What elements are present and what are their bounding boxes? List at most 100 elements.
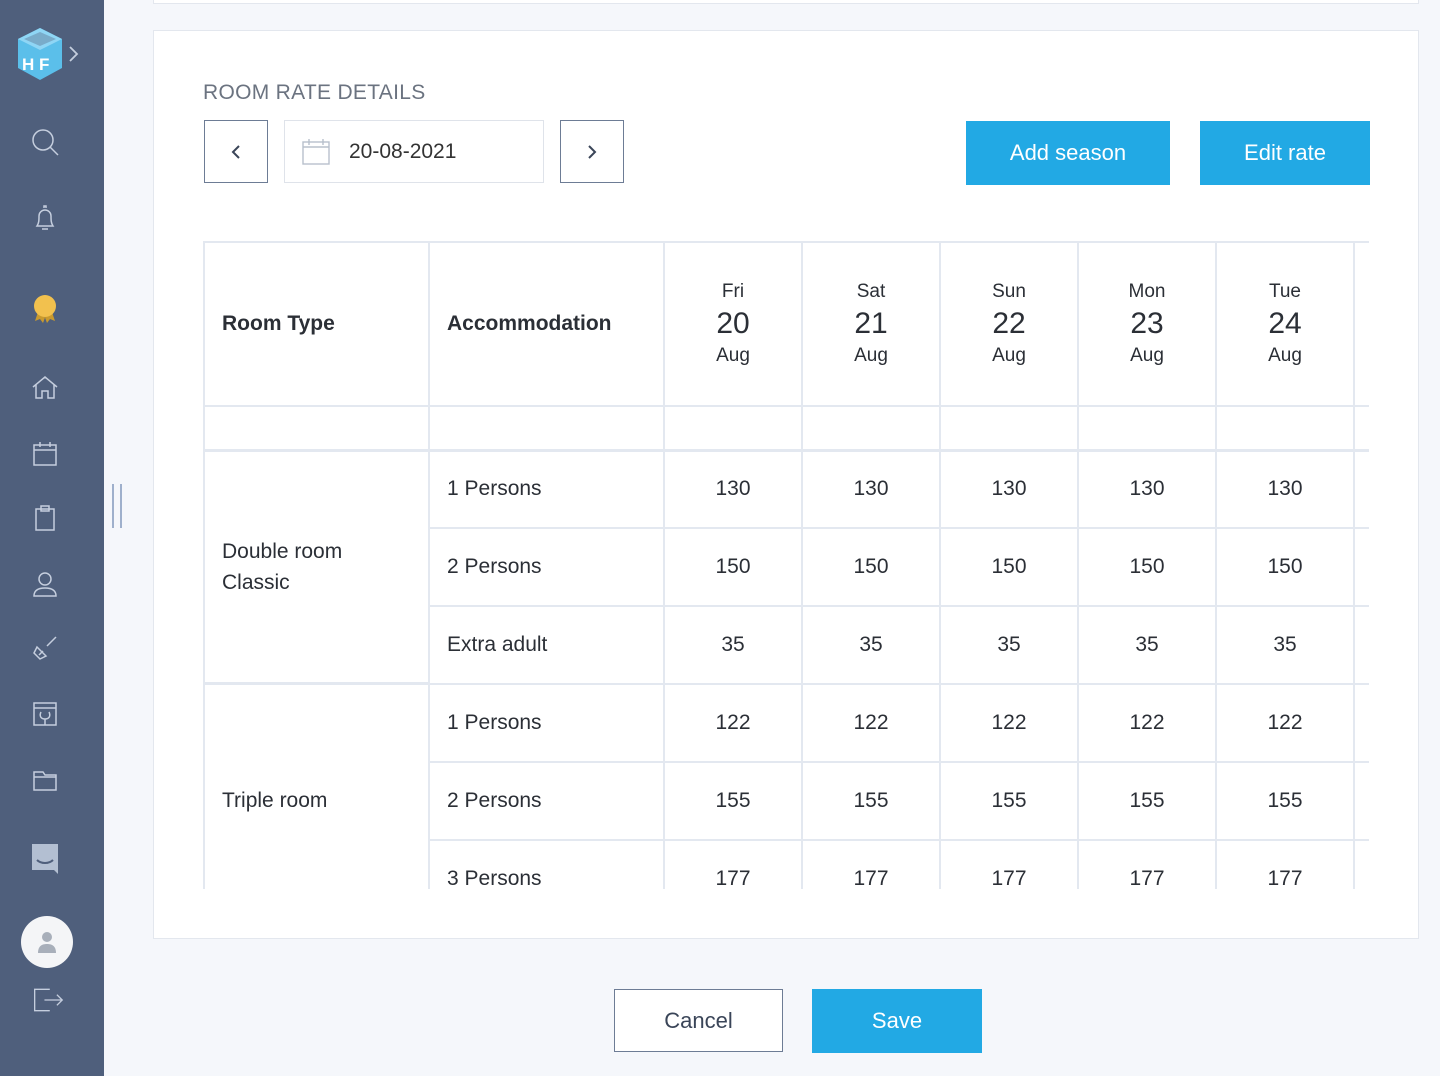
rate-cell: 122	[941, 685, 1079, 763]
header-day	[1355, 241, 1369, 407]
rate-cell-text: 177	[1129, 867, 1165, 889]
next-date-button[interactable]	[560, 120, 624, 183]
rate-cell-text: 35	[997, 633, 1021, 656]
header-day: Mon 23 Aug	[1079, 241, 1217, 407]
room-type-cell: Double room Classic	[203, 451, 430, 685]
rate-cell-text: 150	[991, 555, 1027, 578]
rate-cell-text: 155	[1129, 789, 1165, 812]
header-day: Sat 21 Aug	[803, 241, 941, 407]
rate-cell-text: 130	[853, 477, 889, 500]
rate-cell: 130	[665, 451, 803, 529]
accommodation-cell: 2 Persons	[430, 763, 665, 841]
accommodation-cell-text: 2 Persons	[447, 789, 542, 812]
chevron-right-icon	[588, 144, 597, 159]
header-day: Sun 22 Aug	[941, 241, 1079, 407]
rate-cell-text: 130	[1267, 477, 1303, 500]
row-divider	[203, 449, 1369, 452]
rate-cell-text: 150	[853, 555, 889, 578]
home-icon[interactable]	[27, 370, 63, 406]
rate-cell: 150	[941, 529, 1079, 607]
rate-cell: 35	[1217, 607, 1355, 685]
header-room-type: Room Type	[203, 241, 430, 407]
header-accommodation: Accommodation	[430, 241, 665, 407]
edit-rate-button[interactable]: Edit rate	[1200, 121, 1370, 185]
logout-icon[interactable]	[30, 982, 66, 1018]
brush-icon[interactable]	[27, 630, 63, 666]
rate-cell: 130	[1079, 451, 1217, 529]
header-room-type-text: Room Type	[222, 312, 335, 335]
rate-cell-text: 150	[715, 555, 751, 578]
prev-date-button[interactable]	[204, 120, 268, 183]
resize-handle[interactable]	[112, 484, 122, 528]
folder-icon[interactable]	[27, 762, 63, 798]
accommodation-cell-text: 1 Persons	[447, 711, 542, 734]
room-type-cell: Triple room	[203, 685, 430, 889]
rate-cell: 620	[941, 407, 1079, 451]
rate-cell	[1355, 451, 1369, 529]
accommodation-cell: 1 Persons	[430, 685, 665, 763]
rate-cell: 35	[803, 607, 941, 685]
rate-cell-text: 35	[1273, 633, 1297, 656]
calendar-icon[interactable]	[27, 436, 63, 472]
maintenance-icon[interactable]	[27, 696, 63, 732]
rate-cell	[1355, 841, 1369, 889]
award-icon[interactable]	[27, 290, 63, 326]
rate-cell: 155	[941, 763, 1079, 841]
search-icon[interactable]	[27, 124, 63, 160]
rate-cell: 130	[941, 451, 1079, 529]
room-type-cell	[203, 407, 430, 451]
rate-cell-text: 150	[1129, 555, 1165, 578]
accommodation-cell-text: 2 Persons	[447, 555, 542, 578]
month: Aug	[992, 345, 1026, 366]
month: Aug	[854, 345, 888, 366]
rate-cell: 177	[1217, 841, 1355, 889]
user-icon[interactable]	[27, 566, 63, 602]
day-of-week: Mon	[1128, 281, 1166, 302]
rate-cell-text: 155	[715, 789, 751, 812]
rate-cell-text: 122	[715, 711, 751, 734]
rate-cell-text: 150	[1267, 555, 1303, 578]
rate-cell: 177	[803, 841, 941, 889]
rate-cell-text: 155	[1267, 789, 1303, 812]
date-input[interactable]: 20-08-2021	[284, 120, 544, 183]
save-button[interactable]: Save	[812, 989, 982, 1053]
rate-cell-text: 130	[715, 477, 751, 500]
rate-table: 4 Persons620620620620620Room TypeAccommo…	[203, 241, 1369, 889]
accommodation-cell: 3 Persons	[430, 841, 665, 889]
rate-cell-text: 122	[1267, 711, 1303, 734]
date-value: 20-08-2021	[349, 139, 457, 163]
rate-cell-text: 155	[853, 789, 889, 812]
header-day: Tue 24 Aug	[1217, 241, 1355, 407]
bell-icon[interactable]	[27, 200, 63, 236]
expand-chevron-icon[interactable]	[68, 45, 80, 63]
accommodation-cell: Extra adult	[430, 607, 665, 685]
rate-cell-text: 35	[859, 633, 883, 656]
rate-cell-text: 122	[853, 711, 889, 734]
accommodation-cell-text: 3 Persons	[447, 867, 542, 889]
chat-icon[interactable]	[27, 840, 63, 876]
rate-cell	[1355, 407, 1369, 451]
rate-cell: 122	[1079, 685, 1217, 763]
logo[interactable]: H F	[16, 26, 64, 82]
calendar-icon	[302, 138, 330, 165]
day-number: 23	[1130, 307, 1164, 340]
rate-cell: 620	[1217, 407, 1355, 451]
accommodation-cell-text: Extra adult	[447, 633, 548, 656]
month: Aug	[1268, 345, 1302, 366]
day-number: 22	[992, 307, 1026, 340]
rate-cell-text: 177	[853, 867, 889, 889]
rate-cell-text: 130	[1129, 477, 1165, 500]
add-season-button[interactable]: Add season	[966, 121, 1170, 185]
avatar-icon[interactable]	[21, 916, 73, 968]
rate-cell: 130	[803, 451, 941, 529]
rate-cell: 620	[803, 407, 941, 451]
rate-cell-text: 122	[991, 711, 1027, 734]
clipboard-icon[interactable]	[27, 500, 63, 536]
rate-cell: 177	[665, 841, 803, 889]
room-type-cell-text: Triple room	[222, 789, 328, 812]
day-number: 21	[854, 307, 888, 340]
rate-cell-text: 155	[991, 789, 1027, 812]
accommodation-cell-text: 1 Persons	[447, 477, 542, 500]
cancel-button[interactable]: Cancel	[614, 989, 783, 1052]
rate-cell: 155	[665, 763, 803, 841]
